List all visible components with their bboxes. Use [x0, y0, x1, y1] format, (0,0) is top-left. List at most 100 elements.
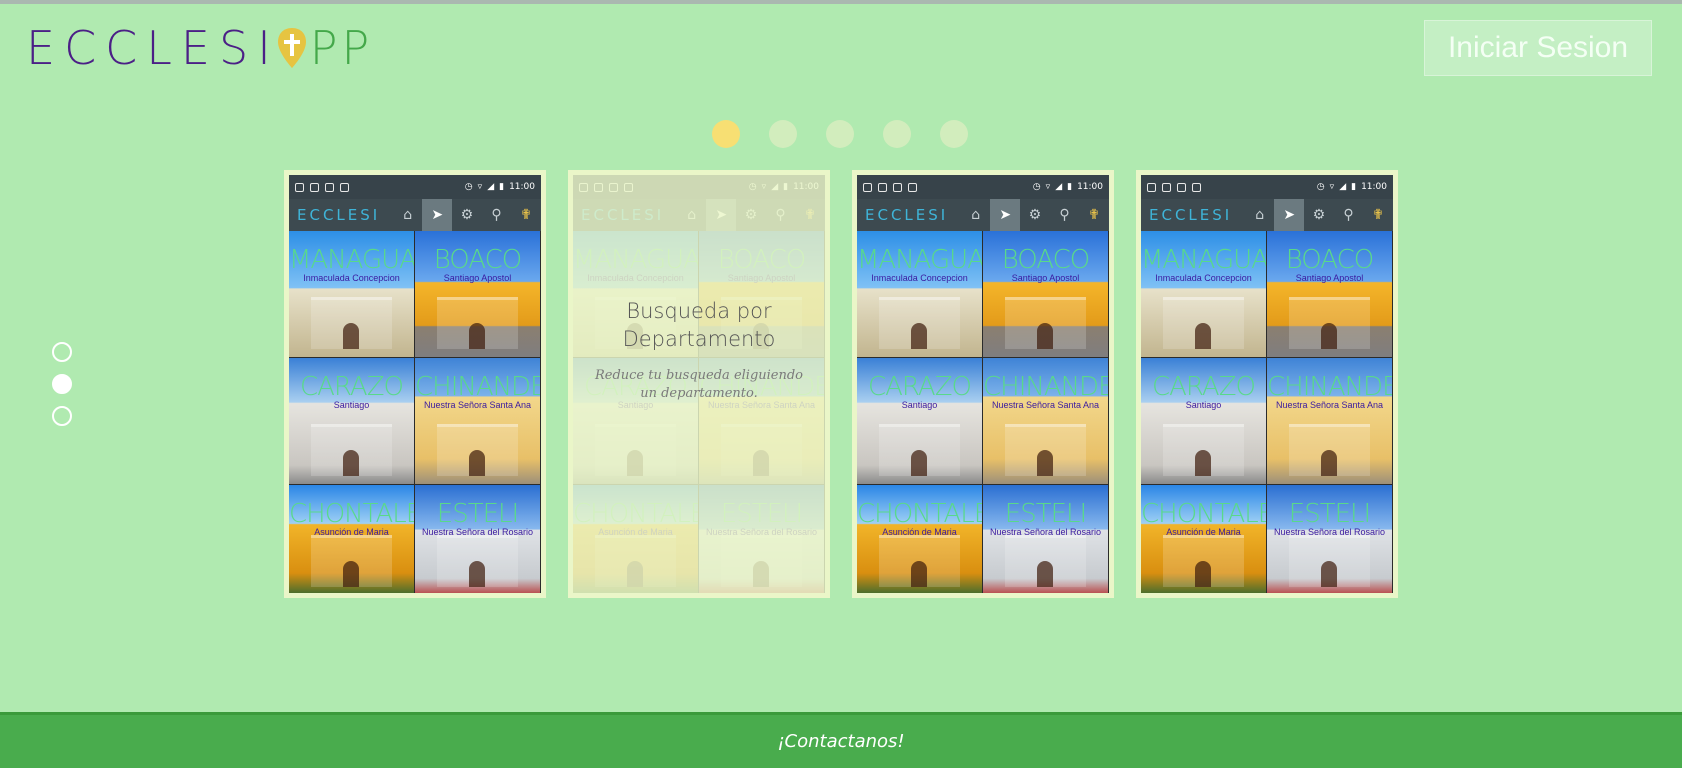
- image-icon: [1147, 182, 1156, 192]
- department-tile: ESTELI Nuestra Señora del Rosario: [983, 485, 1108, 593]
- department-tile: CHONTALES Asunción de Maria: [857, 485, 982, 593]
- church-door: [1195, 561, 1211, 587]
- church-door: [911, 323, 927, 349]
- login-button[interactable]: Iniciar Sesion: [1424, 20, 1652, 76]
- church-name: Inmaculada Concepcion: [1155, 273, 1252, 283]
- navigation-icon: ➤: [990, 199, 1021, 231]
- gear-icon: ⚙: [1028, 207, 1042, 223]
- cloud-icon: [325, 182, 334, 192]
- gear-icon: ⚙: [1312, 207, 1326, 223]
- home-icon: ⌂: [1255, 207, 1265, 223]
- department-name: MANAGUA: [289, 245, 414, 275]
- church-door: [1195, 323, 1211, 349]
- section-nav-dot-1[interactable]: [52, 342, 72, 362]
- gear-icon: ⚙: [460, 207, 474, 223]
- church-name: Nuestra Señora del Rosario: [1273, 527, 1386, 537]
- church-name: Nuestra Señora Santa Ana: [423, 400, 532, 410]
- church-door: [911, 561, 927, 587]
- status-bar: ◷ ▿ ◢ ▮ 11:00: [289, 175, 541, 199]
- department-tile: CARAZO Santiago: [1141, 358, 1266, 484]
- feature-card-4[interactable]: ◷ ▿ ◢ ▮ 11:00 ECCLESI ⌂ ➤ ⚙ ⚲ ✟ MANAGUA …: [1136, 170, 1398, 598]
- phone-screenshot: ◷ ▿ ◢ ▮ 11:00 ECCLESI ⌂ ➤ ⚙ ⚲ ✟ MANAGUA …: [573, 175, 825, 593]
- department-name: BOACO: [433, 245, 523, 275]
- department-tile: BOACO Santiago Apostol: [1267, 231, 1392, 357]
- carousel-dot-5[interactable]: [940, 120, 968, 148]
- church-door: [343, 561, 359, 587]
- wifi-icon: ▿: [477, 182, 483, 192]
- department-tile: BOACO Santiago Apostol: [415, 231, 540, 357]
- app-brand: ECCLESI: [297, 206, 381, 224]
- church-door: [469, 323, 485, 349]
- feature-card-3[interactable]: ◷ ▿ ◢ ▮ 11:00 ECCLESI ⌂ ➤ ⚙ ⚲ ✟ MANAGUA …: [852, 170, 1114, 598]
- navigation-icon: ➤: [1274, 199, 1305, 231]
- footer: ¡Contactanos!: [0, 712, 1682, 768]
- carousel-indicators: [712, 120, 968, 148]
- church-door: [1037, 561, 1053, 587]
- church-door: [1321, 323, 1337, 349]
- phone-screenshot: ◷ ▿ ◢ ▮ 11:00 ECCLESI ⌂ ➤ ⚙ ⚲ ✟ MANAGUA …: [857, 175, 1109, 593]
- church-door: [1321, 450, 1337, 476]
- contact-link[interactable]: ¡Contactanos!: [777, 731, 904, 752]
- carousel-dot-4[interactable]: [883, 120, 911, 148]
- feature-card-2[interactable]: ◷ ▿ ◢ ▮ 11:00 ECCLESI ⌂ ➤ ⚙ ⚲ ✟ MANAGUA …: [568, 170, 830, 598]
- church-door: [343, 323, 359, 349]
- department-grid: MANAGUA Inmaculada Concepcion BOACO Sant…: [289, 231, 541, 593]
- church-door: [469, 561, 485, 587]
- church-door: [469, 450, 485, 476]
- feature-description: Reduce tu busqueda eliguiendo un departa…: [594, 368, 804, 401]
- church-name: Santiago Apostol: [1011, 273, 1080, 283]
- carousel-dot-1[interactable]: [712, 120, 740, 148]
- church-door: [1321, 561, 1337, 587]
- department-name: CHONTALES: [289, 499, 414, 529]
- phone-screenshot: ◷ ▿ ◢ ▮ 11:00 ECCLESI ⌂ ➤ ⚙ ⚲ ✟ MANAGUA …: [289, 175, 541, 593]
- image-icon: [863, 182, 872, 192]
- app-brand: ECCLESI: [865, 206, 949, 224]
- department-name: CARAZO: [867, 372, 972, 402]
- wifi-icon: ▿: [1045, 182, 1051, 192]
- department-name: CHINANDEGA: [1267, 372, 1392, 402]
- carousel-dot-3[interactable]: [826, 120, 854, 148]
- church-name: Santiago: [901, 400, 938, 410]
- battery-icon: ▮: [499, 182, 505, 192]
- department-tile: CHONTALES Asunción de Maria: [1141, 485, 1266, 593]
- ecclesiapp-logo[interactable]: ECCLESI PP: [26, 21, 373, 75]
- section-nav-dot-2[interactable]: [52, 374, 72, 394]
- church-door: [1037, 450, 1053, 476]
- clock-text: 11:00: [1361, 182, 1387, 192]
- alarm-icon: ◷: [1316, 182, 1325, 192]
- top-border: [0, 0, 1682, 4]
- feature-title: Busqueda por Departamento: [622, 299, 776, 351]
- department-name: ESTELI: [1004, 499, 1087, 529]
- feature-overlay: Busqueda por Departamento Reduce tu busq…: [573, 175, 825, 593]
- department-tile: BOACO Santiago Apostol: [983, 231, 1108, 357]
- section-nav-dot-3[interactable]: [52, 406, 72, 426]
- app-navbar: ECCLESI ⌂ ➤ ⚙ ⚲ ✟: [857, 199, 1109, 231]
- cross-pin-icon: ✟: [520, 207, 533, 223]
- notification-icon: [310, 182, 319, 192]
- department-tile: CHINANDEGA Nuestra Señora Santa Ana: [983, 358, 1108, 484]
- alarm-icon: ◷: [464, 182, 473, 192]
- search-icon: ⚲: [491, 207, 502, 223]
- church-door: [1037, 323, 1053, 349]
- signal-icon: ◢: [487, 182, 495, 192]
- church-name: Santiago Apostol: [443, 273, 512, 283]
- notification-icon: [1162, 182, 1171, 192]
- church-name: Nuestra Señora del Rosario: [421, 527, 534, 537]
- cross-pin-icon: ✟: [1088, 207, 1101, 223]
- signal-icon: ◢: [1055, 182, 1063, 192]
- badge-icon: [908, 182, 917, 192]
- navigation-icon: ➤: [422, 199, 453, 231]
- department-name: BOACO: [1285, 245, 1375, 275]
- feature-card-1[interactable]: ◷ ▿ ◢ ▮ 11:00 ECCLESI ⌂ ➤ ⚙ ⚲ ✟ MANAGUA …: [284, 170, 546, 598]
- department-tile: CARAZO Santiago: [289, 358, 414, 484]
- section-nav: [52, 342, 72, 426]
- department-tile: MANAGUA Inmaculada Concepcion: [289, 231, 414, 357]
- signal-icon: ◢: [1339, 182, 1347, 192]
- department-tile: MANAGUA Inmaculada Concepcion: [1141, 231, 1266, 357]
- carousel-dot-2[interactable]: [769, 120, 797, 148]
- department-name: CARAZO: [299, 372, 404, 402]
- department-tile: CHONTALES Asunción de Maria: [289, 485, 414, 593]
- cross-pin-icon: [277, 28, 306, 68]
- church-name: Santiago: [333, 400, 370, 410]
- department-name: CARAZO: [1151, 372, 1256, 402]
